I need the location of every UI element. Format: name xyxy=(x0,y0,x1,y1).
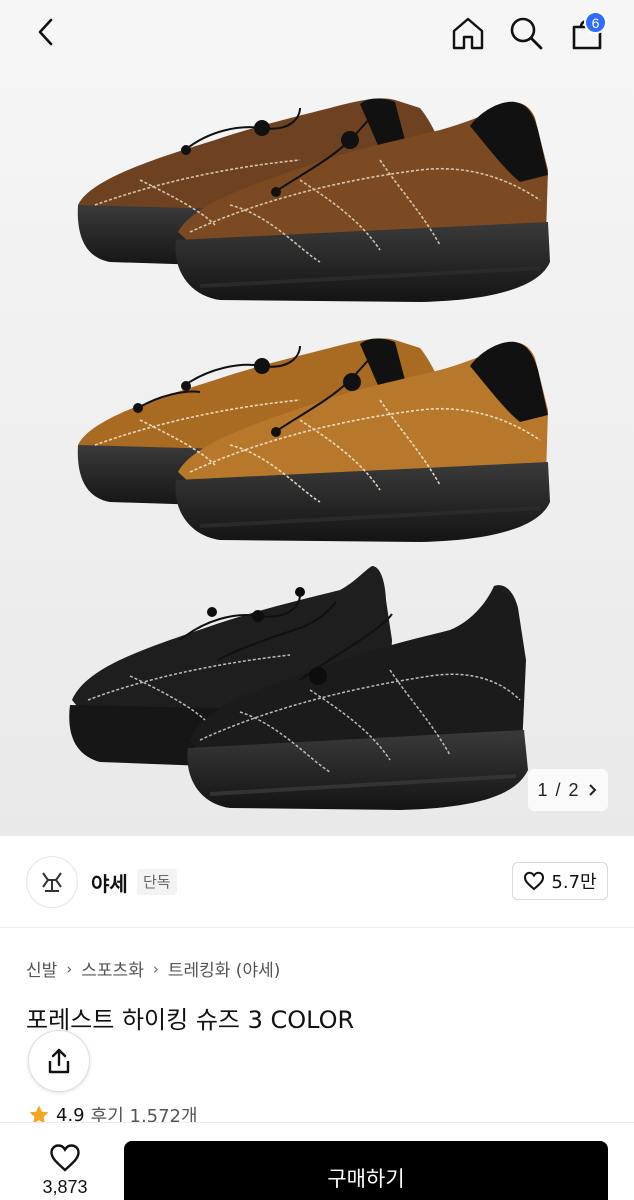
breadcrumb-item[interactable]: 트레킹화 (야세) xyxy=(168,956,281,981)
breadcrumb-item[interactable]: 스포츠화 xyxy=(81,956,144,981)
breadcrumb-item[interactable]: 신발 xyxy=(26,956,57,981)
pager-separator: / xyxy=(555,779,561,800)
search-icon xyxy=(510,17,543,50)
pager-total: 2 xyxy=(568,779,579,800)
heart-icon xyxy=(524,871,545,891)
buy-button-label: 구매하기 xyxy=(327,1167,405,1191)
search-button[interactable] xyxy=(504,10,548,56)
gallery-pager[interactable]: 1 / 2 xyxy=(528,769,608,811)
product-photo xyxy=(69,98,551,810)
shoe-pair-tan xyxy=(77,338,551,542)
brand-logo[interactable] xyxy=(26,856,78,908)
back-button[interactable] xyxy=(22,10,70,54)
brand-like-button[interactable]: 5.7만 xyxy=(512,862,608,900)
chevron-right-icon: › xyxy=(66,959,73,978)
pager-current: 1 xyxy=(537,779,548,800)
top-navigation: 6 xyxy=(0,0,634,66)
chevron-right-icon xyxy=(588,784,596,796)
product-title: 포레스트 하이킹 슈즈 3 COLOR xyxy=(26,1006,355,1034)
bottom-action-bar: 3,873 구매하기 xyxy=(0,1122,634,1200)
back-icon xyxy=(38,18,53,46)
shoe-pair-brown xyxy=(77,98,551,302)
home-button[interactable] xyxy=(446,10,490,56)
brand-like-count: 5.7만 xyxy=(551,872,597,893)
share-button[interactable] xyxy=(28,1030,90,1092)
chevron-right-icon: › xyxy=(152,959,159,978)
buy-button[interactable]: 구매하기 xyxy=(124,1141,608,1200)
cart-count-badge: 6 xyxy=(584,11,607,34)
brand-logo-icon xyxy=(42,872,62,892)
brand-name[interactable]: 야세 xyxy=(91,868,128,897)
exclusive-badge: 단독 xyxy=(137,869,177,895)
product-image-gallery[interactable]: 1 / 2 xyxy=(0,0,634,836)
wishlist-button[interactable]: 3,873 xyxy=(24,1143,106,1200)
wishlist-count: 3,873 xyxy=(42,1177,88,1197)
breadcrumb: 신발 › 스포츠화 › 트레킹화 (야세) xyxy=(26,956,281,982)
heart-icon xyxy=(50,1144,80,1172)
brand-row: 야세 단독 5.7만 xyxy=(0,836,634,928)
shoe-pair-black xyxy=(69,566,528,810)
home-icon xyxy=(452,17,484,50)
share-icon xyxy=(48,1048,70,1074)
